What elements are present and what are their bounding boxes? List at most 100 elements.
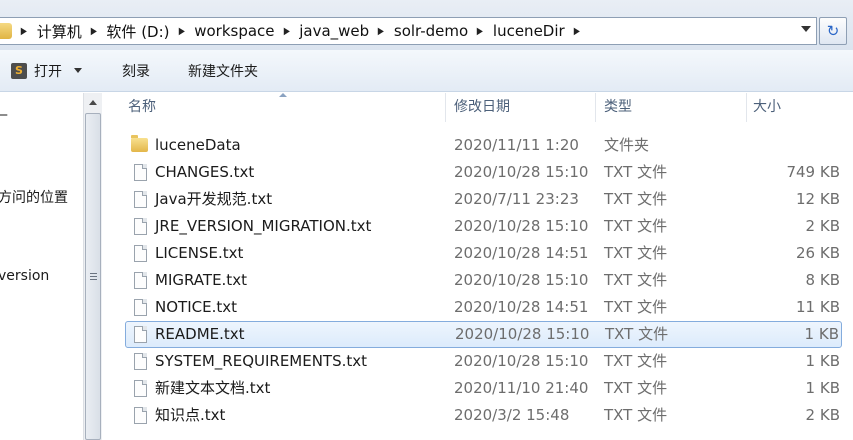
file-row[interactable]: Java开发规范.txt 2020/7/11 23:23 TXT 文件 12 KB <box>125 186 842 213</box>
file-name: luceneData <box>155 136 241 154</box>
burn-label: 刻录 <box>122 63 150 80</box>
file-type: TXT 文件 <box>604 379 668 397</box>
file-name: README.txt <box>155 325 245 343</box>
txt-file-icon <box>134 353 147 370</box>
file-row[interactable]: MIGRATE.txt 2020/10/28 15:10 TXT 文件 8 KB <box>125 267 842 294</box>
nav-item-partial: — <box>0 107 8 123</box>
navigation-pane: — 方问的位置 version <box>0 93 83 440</box>
breadcrumb-item-drive-d[interactable]: 软件 (D:) <box>106 21 169 42</box>
txt-file-icon <box>134 272 147 289</box>
file-date: 2020/10/28 15:10 <box>454 217 589 235</box>
chevron-down-icon[interactable] <box>74 68 82 73</box>
txt-file-icon <box>134 218 147 235</box>
file-date: 2020/3/2 15:48 <box>454 406 570 424</box>
file-date: 2020/10/28 15:10 <box>454 271 589 289</box>
breadcrumb-item-workspace[interactable]: workspace <box>194 22 274 40</box>
file-name: MIGRATE.txt <box>155 271 247 289</box>
column-divider[interactable] <box>445 93 446 122</box>
file-size: 11 KB <box>796 298 840 316</box>
breadcrumb-item-computer[interactable]: 计算机 <box>37 21 82 42</box>
file-name: 新建文本文档.txt <box>155 379 271 397</box>
grip-icon <box>89 273 97 280</box>
file-type: TXT 文件 <box>604 271 668 289</box>
txt-file-icon <box>134 380 147 397</box>
txt-file-icon <box>134 164 147 181</box>
breadcrumb-item-java-web[interactable]: java_web <box>299 22 369 40</box>
file-size: 2 KB <box>805 217 840 235</box>
file-name: NOTICE.txt <box>155 298 237 316</box>
chevron-right-icon[interactable]: ▶ <box>573 26 579 37</box>
new-folder-button[interactable]: 新建文件夹 <box>188 61 258 81</box>
file-row[interactable]: LICENSE.txt 2020/10/28 14:51 TXT 文件 26 KB <box>125 240 842 267</box>
breadcrumb-item-lucenedir[interactable]: luceneDir <box>493 22 565 40</box>
breadcrumb-item-solr-demo[interactable]: solr-demo <box>394 22 468 40</box>
command-bar: S 打开 刻录 新建文件夹 <box>0 50 853 92</box>
column-header-name[interactable]: 名称 <box>128 93 156 122</box>
file-size: 1 KB <box>805 379 840 397</box>
column-header-date[interactable]: 修改日期 <box>454 93 510 122</box>
nav-item-recent-places[interactable]: 方问的位置 <box>0 187 68 207</box>
file-row[interactable]: CHANGES.txt 2020/10/28 15:10 TXT 文件 749 KB <box>125 159 842 186</box>
nav-item-version[interactable]: version <box>0 268 49 284</box>
file-type: TXT 文件 <box>604 298 668 316</box>
scrollbar-thumb[interactable] <box>85 113 101 440</box>
open-label: 打开 <box>34 63 62 80</box>
file-size: 12 KB <box>796 190 840 208</box>
file-row[interactable]: JRE_VERSION_MIGRATION.txt 2020/10/28 15:1… <box>125 213 842 240</box>
file-size: 8 KB <box>805 271 840 289</box>
file-type: TXT 文件 <box>604 406 668 424</box>
nav-scrollbar[interactable] <box>83 93 102 440</box>
chevron-right-icon[interactable]: ▶ <box>90 26 96 37</box>
scroll-up-icon[interactable] <box>84 93 102 111</box>
file-row[interactable]: 知识点.txt 2020/3/2 15:48 TXT 文件 2 KB <box>125 402 842 429</box>
sort-ascending-icon <box>279 93 287 97</box>
txt-file-icon <box>134 191 147 208</box>
chevron-right-icon[interactable]: ▶ <box>21 26 27 37</box>
file-row[interactable]: NOTICE.txt 2020/10/28 14:51 TXT 文件 11 KB <box>125 294 842 321</box>
column-header-size[interactable]: 大小 <box>753 93 781 122</box>
open-button[interactable]: S 打开 <box>11 61 82 81</box>
chevron-right-icon[interactable]: ▶ <box>283 26 289 37</box>
txt-file-icon <box>134 407 147 424</box>
folder-icon <box>131 135 148 152</box>
column-divider[interactable] <box>746 93 747 122</box>
breadcrumb: ▶ 计算机 ▶ 软件 (D:) ▶ workspace ▶ java_web ▶… <box>20 18 589 44</box>
file-size: 1 KB <box>804 325 839 343</box>
file-name: 知识点.txt <box>155 406 226 424</box>
txt-file-icon <box>134 299 147 316</box>
file-date: 2020/7/11 23:23 <box>454 190 579 208</box>
column-header-type[interactable]: 类型 <box>604 93 632 122</box>
file-date: 2020/10/28 15:10 <box>455 325 590 343</box>
file-date: 2020/11/10 21:40 <box>454 379 589 397</box>
file-date: 2020/11/11 1:20 <box>454 136 579 154</box>
refresh-button[interactable]: ↻ <box>819 17 847 45</box>
address-bar[interactable]: ▶ 计算机 ▶ 软件 (D:) ▶ workspace ▶ java_web ▶… <box>0 17 817 45</box>
file-name: LICENSE.txt <box>155 244 244 262</box>
file-type: TXT 文件 <box>604 352 668 370</box>
column-divider[interactable] <box>595 93 596 122</box>
chevron-right-icon[interactable]: ▶ <box>178 26 184 37</box>
file-row[interactable]: 新建文本文档.txt 2020/11/10 21:40 TXT 文件 1 KB <box>125 375 842 402</box>
file-type: TXT 文件 <box>604 217 668 235</box>
file-list: 名称 修改日期 类型 大小 luceneData 2020/11/11 1:20 文… <box>103 93 853 440</box>
file-row[interactable]: README.txt 2020/10/28 15:10 TXT 文件 1 KB <box>125 321 842 348</box>
file-date: 2020/10/28 14:51 <box>454 244 589 262</box>
chevron-right-icon[interactable]: ▶ <box>378 26 384 37</box>
file-size: 2 KB <box>805 406 840 424</box>
file-size: 749 KB <box>786 163 840 181</box>
file-name: Java开发规范.txt <box>155 190 273 208</box>
burn-button[interactable]: 刻录 <box>122 61 150 81</box>
folder-icon <box>0 23 12 39</box>
file-row[interactable]: luceneData 2020/11/11 1:20 文件夹 <box>125 132 842 159</box>
file-row[interactable]: SYSTEM_REQUIREMENTS.txt 2020/10/28 15:10 T… <box>125 348 842 375</box>
address-dropdown-icon[interactable] <box>801 26 811 32</box>
file-date: 2020/10/28 15:10 <box>454 352 589 370</box>
app-icon: S <box>11 62 27 79</box>
file-name: CHANGES.txt <box>155 163 255 181</box>
file-date: 2020/10/28 14:51 <box>454 298 589 316</box>
address-bar-area: ▶ 计算机 ▶ 软件 (D:) ▶ workspace ▶ java_web ▶… <box>0 0 853 50</box>
file-name: SYSTEM_REQUIREMENTS.txt <box>155 352 368 370</box>
refresh-icon: ↻ <box>826 22 840 40</box>
chevron-right-icon[interactable]: ▶ <box>477 26 483 37</box>
file-size: 1 KB <box>805 352 840 370</box>
